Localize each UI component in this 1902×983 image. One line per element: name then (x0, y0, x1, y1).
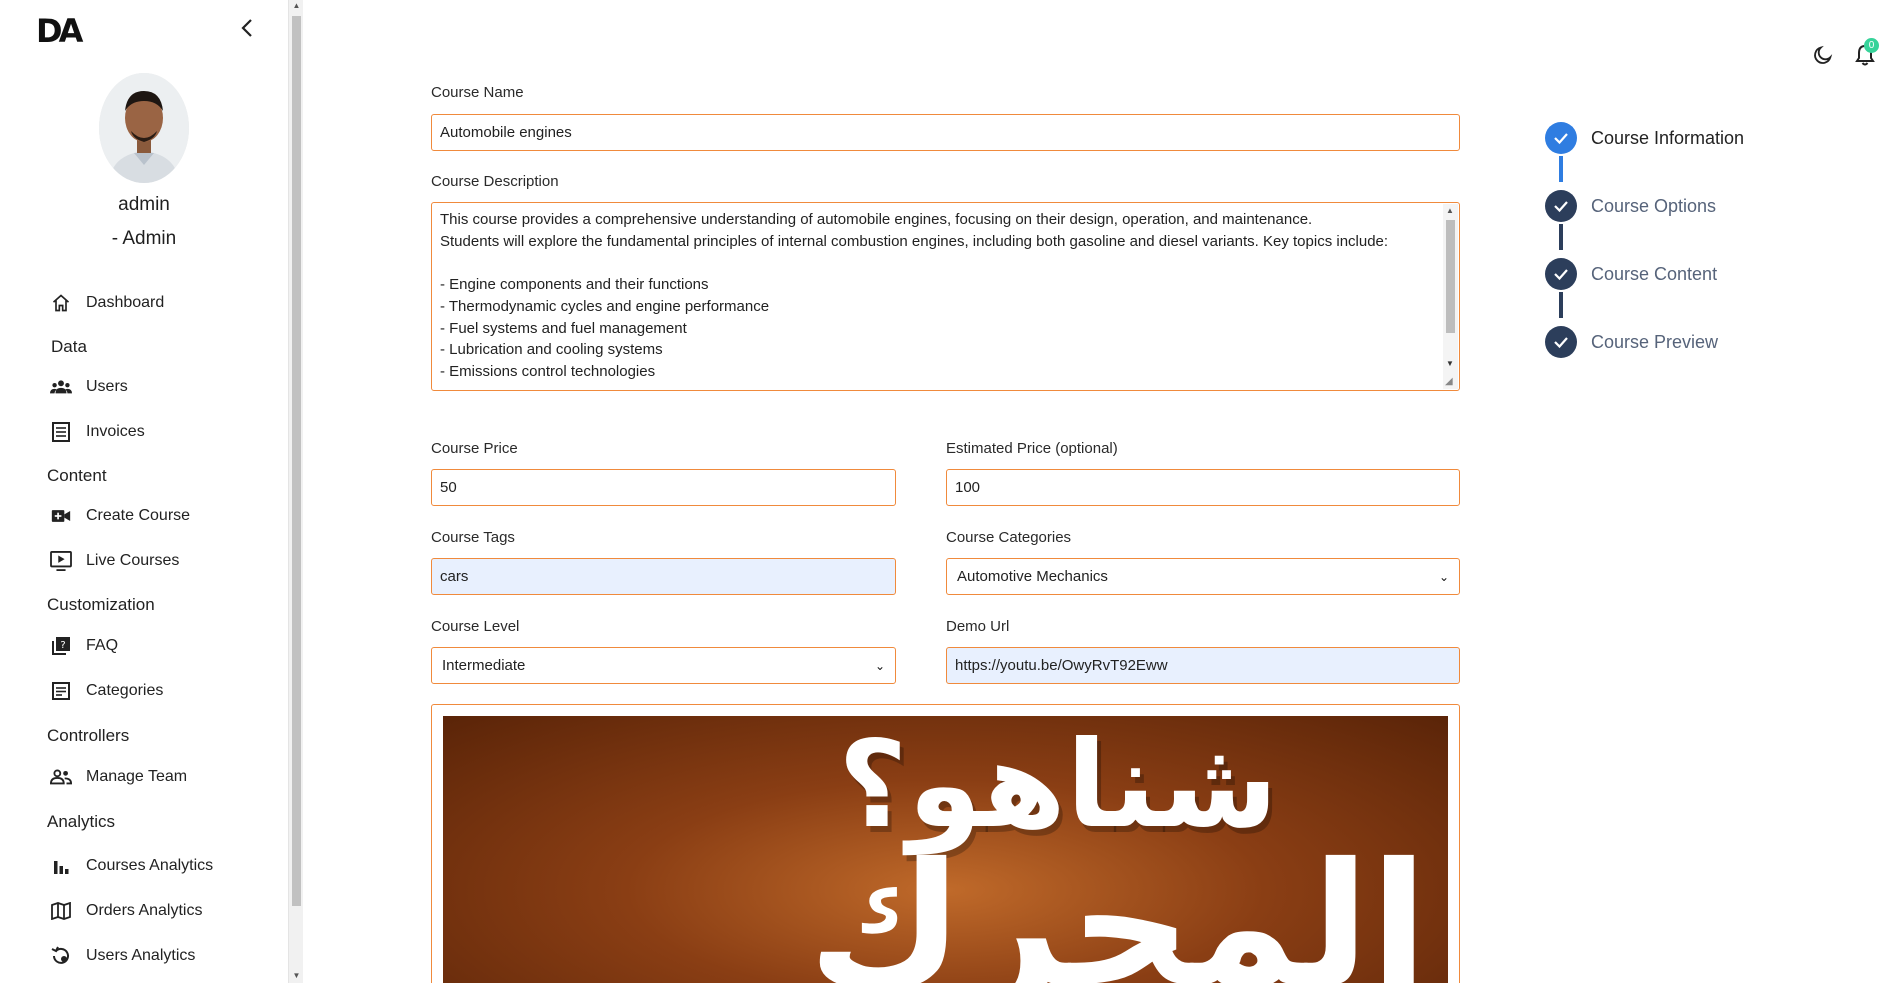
sidebar-item-courses-analytics[interactable]: Courses Analytics (50, 852, 213, 880)
sidebar-item-invoices[interactable]: Invoices (50, 418, 145, 446)
step-course-options: Course Options (1545, 190, 1716, 222)
user-role: - Admin (111, 228, 177, 249)
course-categories-label: Course Categories (946, 529, 1072, 546)
select-value: Automotive Mechanics (957, 568, 1108, 585)
step-connector (1559, 156, 1563, 182)
group-icon (50, 376, 72, 398)
sidebar-item-label: Courses Analytics (86, 857, 214, 874)
check-icon (1545, 190, 1577, 222)
sidebar-item-label: Dashboard (86, 294, 165, 311)
collapse-sidebar-button[interactable] (236, 16, 260, 40)
sidebar-item-create-course[interactable]: Create Course (50, 502, 190, 530)
sidebar-item-users-analytics[interactable]: Users Analytics (50, 942, 195, 970)
scroll-down-icon[interactable]: ▼ (1446, 359, 1454, 368)
notification-badge: 0 (1864, 38, 1879, 53)
map-icon (50, 900, 72, 922)
estimated-price-input[interactable] (946, 469, 1460, 506)
people-icon (50, 766, 72, 788)
sidebar-item-faq[interactable]: ? FAQ (50, 632, 118, 660)
invoice-icon (50, 421, 72, 443)
resize-handle-icon[interactable]: ◢ (1445, 376, 1453, 387)
sidebar-item-manage-team[interactable]: Manage Team (50, 763, 187, 791)
demo-url-input[interactable] (946, 647, 1460, 684)
step-label: Course Preview (1591, 331, 1719, 352)
check-icon (1545, 258, 1577, 290)
step-course-information: Course Information (1545, 122, 1744, 154)
sidebar-item-users[interactable]: Users (50, 373, 128, 401)
sidebar-item-label: Manage Team (86, 768, 188, 785)
sidebar-item-label: Invoices (86, 423, 145, 440)
sidebar-item-label: Create Course (86, 507, 191, 524)
app-logo[interactable]: DA (36, 12, 83, 50)
article-icon (50, 680, 72, 702)
scrollbar-thumb[interactable] (292, 16, 301, 906)
course-price-label: Course Price (431, 440, 518, 457)
estimated-price-label: Estimated Price (optional) (946, 440, 1118, 457)
nav-section-data: Data (51, 337, 87, 356)
sidebar-item-label: Users Analytics (86, 947, 196, 964)
svg-text:?: ? (60, 640, 65, 651)
step-label: Course Information (1591, 127, 1745, 148)
step-connector (1559, 292, 1563, 318)
chevron-down-icon: ⌄ (1438, 569, 1449, 584)
sidebar-item-label: Users (86, 378, 128, 395)
check-icon (1545, 326, 1577, 358)
scroll-up-icon[interactable]: ▲ (292, 1, 301, 11)
sidebar-scrollbar[interactable]: ▲ ▼ (288, 0, 303, 983)
course-tags-label: Course Tags (431, 529, 515, 546)
thumbnail-upload[interactable]: شناهو؟ المحرك (431, 704, 1460, 983)
moon-icon (1814, 45, 1833, 64)
step-connector (1559, 224, 1563, 250)
theme-toggle-button[interactable] (1810, 42, 1836, 68)
nav-section-analytics: Analytics (47, 812, 116, 831)
course-name-label: Course Name (431, 84, 524, 101)
nav-section-customization: Customization (47, 595, 155, 614)
course-description-text: This course provides a comprehensive und… (440, 211, 1389, 380)
scroll-down-icon[interactable]: ▼ (292, 971, 301, 981)
step-label: Course Content (1591, 263, 1718, 284)
course-name-input[interactable] (431, 114, 1460, 151)
sidebar: DA admin - Admin Dashboard Data Users In… (0, 0, 288, 983)
step-label: Course Options (1591, 195, 1717, 216)
sidebar-item-categories[interactable]: Categories (50, 677, 163, 705)
check-icon (1545, 122, 1577, 154)
sidebar-item-label: Live Courses (86, 552, 180, 569)
course-price-input[interactable] (431, 469, 896, 506)
course-description-textarea[interactable]: This course provides a comprehensive und… (431, 202, 1460, 391)
demo-url-label: Demo Url (946, 618, 1010, 635)
nav-section-content: Content (47, 466, 107, 485)
nav-section-controllers: Controllers (47, 726, 130, 745)
step-course-content: Course Content (1545, 258, 1717, 290)
sidebar-item-dashboard[interactable]: Dashboard (50, 289, 164, 317)
scroll-up-icon[interactable]: ▲ (1446, 206, 1454, 215)
quiz-icon: ? (50, 635, 72, 657)
video-add-icon (50, 505, 72, 527)
user-name: admin (118, 194, 170, 215)
textarea-scrollbar-thumb[interactable] (1446, 220, 1455, 333)
course-tags-input[interactable] (431, 558, 896, 595)
live-tv-icon (50, 550, 72, 572)
textarea-scrollbar[interactable]: ▲ ▼ ◢ (1443, 204, 1458, 389)
avatar-photo (99, 73, 189, 183)
thumbnail-text-line2: المحرك (807, 827, 1428, 983)
avatar (99, 73, 189, 183)
sidebar-item-orders-analytics[interactable]: Orders Analytics (50, 897, 202, 925)
chevron-left-icon (241, 19, 252, 37)
sidebar-item-label: Categories (86, 682, 164, 699)
chevron-down-icon: ⌄ (874, 658, 885, 673)
sidebar-item-label: Orders Analytics (86, 902, 203, 919)
bar-chart-icon (50, 855, 72, 877)
course-categories-select[interactable]: Automotive Mechanics ⌄ (946, 558, 1460, 595)
course-level-select[interactable]: Intermediate ⌄ (431, 647, 896, 684)
step-course-preview: Course Preview (1545, 326, 1718, 358)
course-description-label: Course Description (431, 173, 559, 190)
home-icon (50, 292, 72, 314)
course-level-label: Course Level (431, 618, 520, 635)
sidebar-item-label: FAQ (86, 637, 119, 654)
select-value: Intermediate (442, 657, 526, 674)
manage-history-icon (50, 945, 72, 967)
thumbnail-image: شناهو؟ المحرك (443, 716, 1448, 983)
sidebar-item-live-courses[interactable]: Live Courses (50, 547, 179, 575)
